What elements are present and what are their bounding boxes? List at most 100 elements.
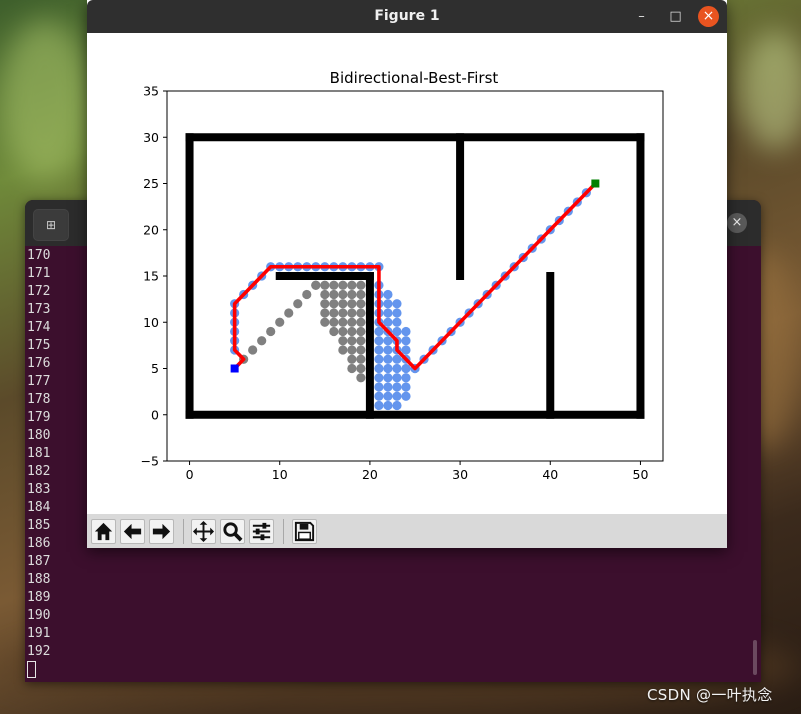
closed-backward-point <box>374 326 384 337</box>
closed-backward-point <box>383 363 393 374</box>
x-tick-label: 20 <box>362 467 378 482</box>
closed-forward-point <box>338 280 348 290</box>
terminal-line: 188 <box>27 572 51 587</box>
navigation-toolbar <box>87 514 727 548</box>
terminal-line: 192 <box>27 644 51 659</box>
pan-icon[interactable] <box>191 519 216 544</box>
closed-forward-point <box>356 345 366 355</box>
y-tick-label: 25 <box>143 176 159 191</box>
closed-backward-point <box>392 363 402 374</box>
x-tick-label: 40 <box>542 467 558 482</box>
closed-forward-point <box>275 317 285 327</box>
maximize-button[interactable]: □ <box>665 6 686 27</box>
closed-forward-point <box>347 317 357 327</box>
terminal-close-button[interactable]: × <box>727 213 747 233</box>
closed-forward-point <box>338 317 348 327</box>
closed-forward-point <box>248 345 258 355</box>
closed-forward-point <box>356 308 366 318</box>
y-tick-label: 30 <box>143 130 159 145</box>
x-tick-label: 10 <box>272 467 288 482</box>
axis-ticks: 0 10 20 30 40 50 −5 0 5 10 15 20 25 30 35 <box>141 84 649 483</box>
plot-canvas[interactable]: Bidirectional-Best-First 0 10 20 30 40 50 −5 0 5… <box>87 33 727 514</box>
closed-forward-point <box>329 317 339 327</box>
closed-backward-point <box>383 308 393 318</box>
closed-forward-point <box>320 280 330 290</box>
closed-forward-point <box>257 336 267 346</box>
y-tick-label: 15 <box>143 269 159 284</box>
zoom-icon[interactable] <box>220 519 245 544</box>
closed-forward-point <box>329 289 339 300</box>
configure-subplots-icon[interactable] <box>249 519 274 544</box>
closed-forward-point <box>356 280 366 290</box>
closed-forward-point <box>356 336 366 346</box>
closed-backward-point <box>392 391 402 401</box>
closed-backward-point <box>374 354 384 364</box>
closed-forward-point <box>356 354 366 364</box>
save-icon[interactable] <box>292 519 317 544</box>
closed-forward-point <box>338 308 348 318</box>
closed-backward-point <box>383 299 393 309</box>
x-tick-label: 50 <box>633 467 649 482</box>
closed-backward-point <box>392 382 402 392</box>
closed-forward-point <box>338 299 348 309</box>
watermark: CSDN @一叶执念 <box>647 686 773 704</box>
closed-backward-point <box>383 354 393 364</box>
closed-backward-point <box>392 354 402 364</box>
start-marker <box>230 364 239 373</box>
closed-backward-point <box>383 391 393 401</box>
closed-backward-point <box>383 373 393 383</box>
terminal-scrollbar[interactable] <box>753 640 757 675</box>
closed-backward-point <box>374 382 384 392</box>
closed-forward-point <box>347 363 357 374</box>
closed-forward-point <box>347 308 357 318</box>
closed-forward-point <box>347 299 357 309</box>
minimize-button[interactable]: – <box>631 6 652 27</box>
closed-forward-point <box>356 289 366 300</box>
figure-titlebar[interactable]: Figure 1 – □ × <box>87 0 727 33</box>
closed-forward-point <box>347 336 357 346</box>
y-tick-label: 35 <box>143 84 159 99</box>
terminal-line: 191 <box>27 626 51 641</box>
closed-forward-point <box>356 363 366 374</box>
forward-arrow-icon[interactable] <box>149 519 174 544</box>
closed-backward-point <box>383 317 393 327</box>
terminal-line: 190 <box>27 608 51 623</box>
closed-backward-point <box>392 299 402 309</box>
closed-forward-point <box>320 317 330 327</box>
closed-forward-point <box>347 354 357 364</box>
closed-forward-point <box>338 289 348 300</box>
background-blur <box>740 30 801 150</box>
closed-forward-point <box>329 299 339 309</box>
closed-forward-point <box>338 345 348 355</box>
closed-forward-point <box>347 345 357 355</box>
closed-backward-point <box>374 363 384 374</box>
closed-backward-point <box>374 345 384 355</box>
plot-svg: Bidirectional-Best-First 0 10 20 30 40 50 −5 0 5… <box>141 69 664 483</box>
closed-forward-point <box>320 289 330 300</box>
closed-forward-point <box>356 326 366 337</box>
closed-backward-point <box>401 391 411 401</box>
closed-backward-point <box>392 317 402 327</box>
toolbar-separator <box>183 519 184 544</box>
closed-forward-point <box>311 280 321 290</box>
figure-window[interactable]: Figure 1 – □ × Bidirectional-Best-First … <box>87 0 727 548</box>
closed-forward-point <box>338 336 348 346</box>
closed-backward-point <box>383 336 393 346</box>
axes-frame <box>166 90 664 462</box>
y-tick-label: 20 <box>143 222 159 237</box>
closed-forward-point <box>356 299 366 309</box>
home-icon[interactable] <box>91 519 116 544</box>
closed-backward-point <box>374 336 384 346</box>
terminal-line: 187 <box>27 554 51 569</box>
closed-forward-point <box>356 317 366 327</box>
closed-forward-point <box>329 308 339 318</box>
closed-backward-point <box>401 363 411 374</box>
close-button[interactable]: × <box>698 6 719 27</box>
back-arrow-icon[interactable] <box>120 519 145 544</box>
closed-backward-point <box>392 373 402 383</box>
goal-marker <box>591 179 600 188</box>
closed-backward-point <box>401 326 411 337</box>
closed-backward-point <box>392 326 402 337</box>
new-tab-icon[interactable]: ⊞ <box>33 209 69 241</box>
closed-backward-point <box>383 400 393 411</box>
